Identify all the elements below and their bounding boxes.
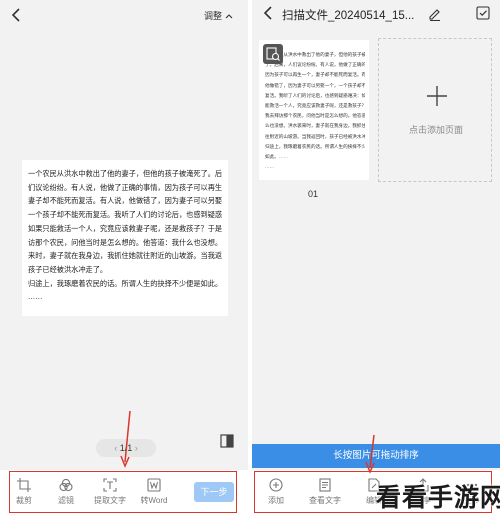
thumb-line: 我去拜访那个农民，问他当时是怎么想的。他答道：我什 — [265, 113, 365, 119]
next-page-icon[interactable]: › — [135, 443, 138, 453]
page-number: 01 — [308, 189, 319, 199]
thumb-line: 归途上，我琢磨着农民的话。所谓人生的抉择不少便是 — [265, 143, 365, 149]
add-page-card[interactable]: 点击添加页面 — [378, 38, 492, 182]
back-icon[interactable] — [262, 4, 274, 26]
thumb-line: 么也没想。洪水袭来时，妻子就在我身边，我抓住她就 — [265, 123, 365, 129]
thumb-line: 往附近的山坡游。当我返回时，孩子已经被洪水冲走了。 — [265, 133, 365, 139]
thumb-line: …… — [265, 164, 275, 170]
left-toolbar-highlight — [9, 471, 237, 513]
document-title: 扫描文件_20240514_15... — [282, 10, 415, 22]
doc-line: 归途上，我琢磨着农民的话。所谓人生的抉择不少便是如此。 — [28, 279, 222, 288]
check-square-icon[interactable] — [476, 6, 490, 20]
doc-line: 们议论纷纷。有人说，他做了正确的事情，因为孩子可以再生一个， — [28, 183, 222, 192]
back-icon[interactable] — [10, 6, 30, 28]
prev-page-icon[interactable]: ‹ — [114, 443, 117, 453]
scan-badge-icon — [263, 44, 283, 64]
edit-title-icon[interactable] — [428, 7, 442, 22]
doc-line: 访那个农民，问他当时是怎么想的。他答道：我什么也没想。洪水袭 — [28, 238, 222, 247]
thumb-line: 如此。…… — [265, 154, 288, 160]
doc-line: 一个孩子却不能死而复活。我听了人们的讨论后，也感到疑惑难决： — [28, 211, 222, 220]
thumb-line: 因为孩子可以再生一个，妻子却不能死而复活。有人说， — [265, 72, 365, 78]
doc-line: 孩子已经被洪水冲走了。 — [28, 265, 108, 274]
annotation-arrow-left — [120, 410, 131, 468]
thumb-line: 他做错了，因为妻子可以另娶一个，一个孩子却不能死而 — [265, 82, 365, 88]
chevron-up-icon — [225, 14, 232, 19]
document-preview: 一个农民从洪水中救出了他的妻子，但他的孩子被淹死了。后来，人 们议论纷纷。有人说… — [22, 160, 228, 316]
doc-line: 如果只能救活一个人，究竟应该救妻子呢，还是救孩子？于是我去拜 — [28, 224, 222, 233]
left-top-bar: 调整 — [0, 0, 248, 36]
thumb-line: 复活。我听了人们的讨论后，也感到疑惑难决：如果只 — [265, 92, 365, 98]
doc-line: 一个农民从洪水中救出了他的妻子，但他的孩子被淹死了。后来，人 — [28, 170, 222, 178]
adjust-label: 调整 — [204, 11, 223, 21]
site-watermark: 看看手游网 — [376, 483, 500, 512]
doc-line: 妻子却不能死而复活。有人说，他做错了，因为妻子可以另娶一个， — [28, 197, 222, 206]
compare-icon[interactable] — [220, 434, 234, 448]
add-page-label: 点击添加页面 — [408, 125, 463, 135]
doc-line: …… — [28, 293, 43, 302]
doc-line: 来时，妻子就在我身边，我抓住她就往附近的山坡游。当我返回时， — [28, 252, 222, 261]
adjust-button[interactable]: 调整 — [204, 10, 233, 22]
plus-icon — [427, 86, 447, 106]
thumb-line: 能救活一个人，究竟应该救妻子呢，还是救孩子？于是 — [265, 103, 365, 109]
annotation-arrow-right — [365, 434, 375, 474]
